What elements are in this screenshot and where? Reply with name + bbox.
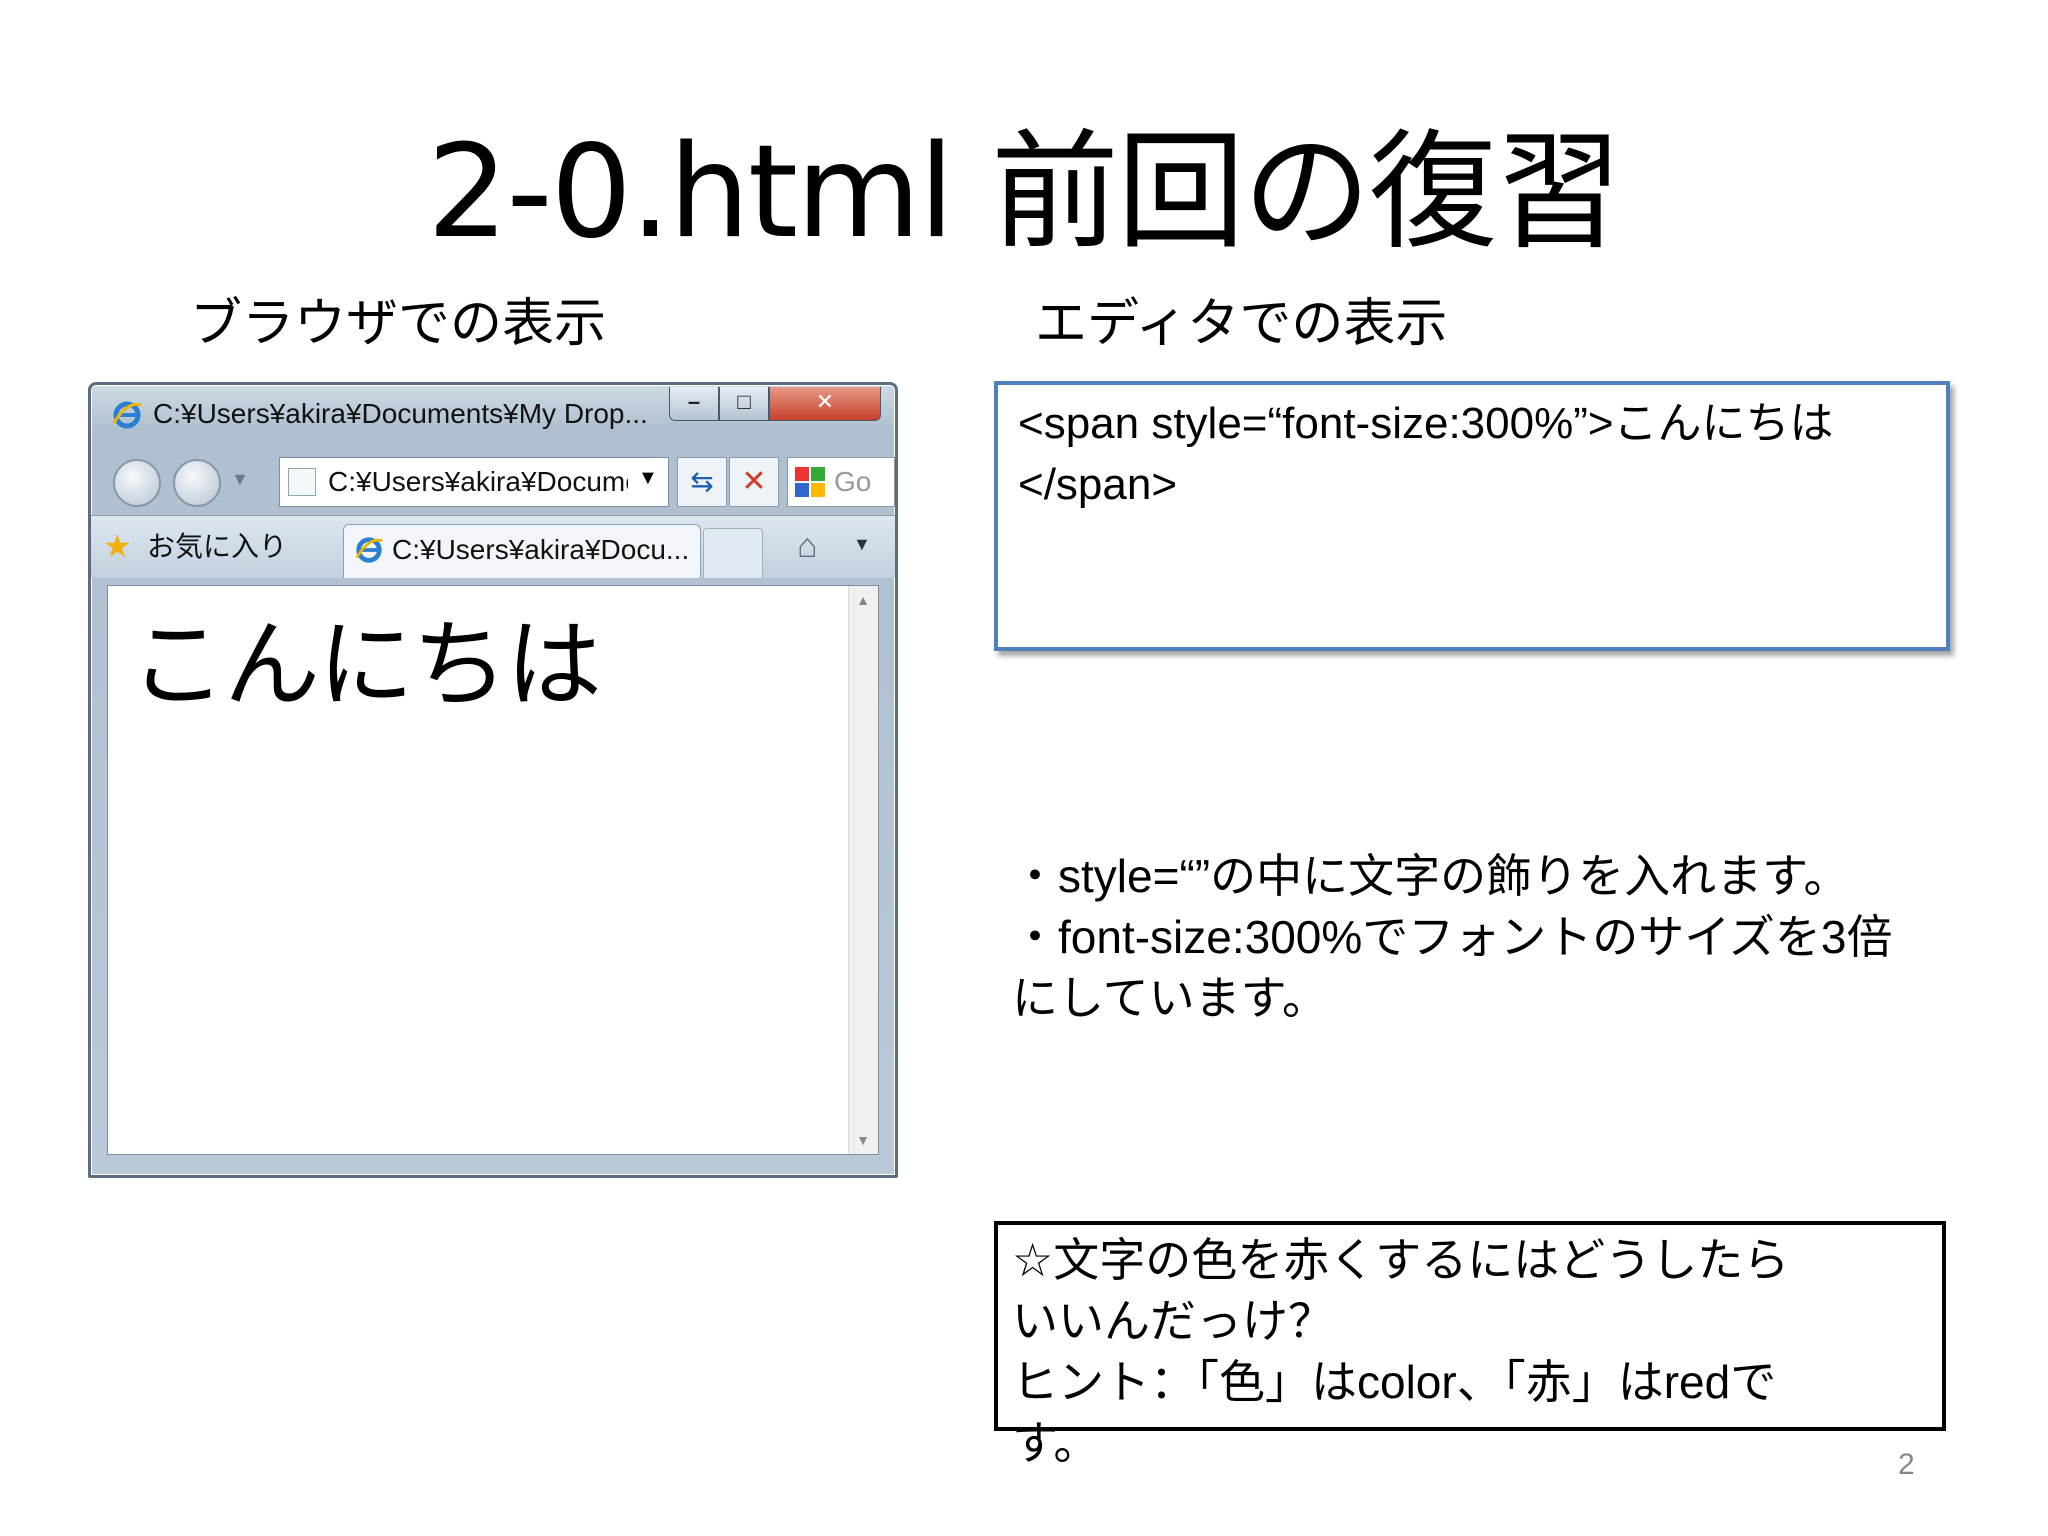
search-box[interactable]: Go — [787, 457, 895, 507]
refresh-icon[interactable]: ⇆ — [677, 457, 727, 507]
home-dropdown-icon[interactable]: ▼ — [853, 534, 871, 555]
new-tab-button[interactable] — [703, 528, 763, 578]
tab-bar: ★ お気に入り C:¥Users¥akira¥Docu... ⌂ ▼ — [91, 515, 895, 578]
editor-view-label: エディタでの表示 — [1035, 294, 1448, 354]
editor-code: <span style=“font-size:300%”>こんにちは </span… — [1018, 393, 1918, 515]
tab-current-page[interactable]: C:¥Users¥akira¥Docu... — [343, 524, 701, 578]
question-line: ☆文字の色を赤くするにはどうしたら — [1012, 1234, 1790, 1286]
page-icon — [288, 468, 316, 496]
close-button[interactable]: ✕ — [769, 387, 881, 421]
address-text: C:¥Users¥akira¥Docume — [328, 466, 628, 497]
code-line: </span> — [1018, 460, 1178, 509]
scroll-up-icon[interactable]: ▲ — [849, 592, 877, 608]
address-dropdown-icon[interactable]: ▼ — [638, 467, 658, 490]
ie-logo-icon — [355, 537, 383, 563]
tab-title: C:¥Users¥akira¥Docu... — [392, 534, 690, 565]
forward-button[interactable] — [173, 459, 221, 507]
editor-code-box: <span style=“font-size:300%”>こんにちは </span… — [994, 381, 1950, 651]
question-text: ☆文字の色を赤くするにはどうしたら いいんだっけ？ ヒント：「色」はcolor、… — [1012, 1230, 1942, 1474]
slide-title: 2-0.html 前回の復習 — [427, 118, 1623, 267]
home-icon[interactable]: ⌂ — [797, 526, 818, 566]
back-button[interactable] — [113, 459, 161, 507]
browser-view-label: ブラウザでの表示 — [190, 294, 607, 354]
window-title: C:¥Users¥akira¥Documents¥My Drop... — [153, 398, 648, 429]
note-font-size: ・font-size:300%でフォントのサイズを3倍にしています。 — [1012, 911, 1893, 1024]
google-icon — [795, 467, 825, 497]
star-icon: ★ — [103, 528, 132, 564]
restore-button[interactable]: □ — [719, 387, 769, 421]
page-number: 2 — [1898, 1448, 1915, 1481]
favorites-label: お気に入り — [147, 530, 288, 563]
ie-logo-icon — [112, 401, 142, 429]
browser-window: C:¥Users¥akira¥Documents¥My Drop... – □ … — [88, 382, 898, 1178]
search-text: Go — [834, 466, 872, 497]
scroll-down-icon[interactable]: ▼ — [849, 1132, 877, 1148]
stop-icon[interactable]: ✕ — [729, 457, 779, 507]
vertical-scrollbar[interactable]: ▲ ▼ — [848, 586, 878, 1154]
recent-pages-dropdown-icon[interactable]: ▼ — [231, 469, 249, 490]
explanation-notes: ・style=“”の中に文字の飾りを入れます。 ・font-size:300%で… — [1012, 846, 1932, 1029]
hint-line: す。 — [1012, 1417, 1100, 1469]
note-style: ・style=“”の中に文字の飾りを入れます。 — [1012, 850, 1850, 902]
address-bar[interactable]: C:¥Users¥akira¥Docume ▼ — [279, 457, 669, 507]
navigation-bar: ▼ C:¥Users¥akira¥Docume ▼ ⇆ ✕ Go — [91, 443, 895, 515]
page-content-area: こんにちは ▲ ▼ — [107, 585, 879, 1155]
title-bar: C:¥Users¥akira¥Documents¥My Drop... – □ … — [91, 385, 895, 443]
minimize-button[interactable]: – — [669, 387, 719, 421]
rendered-text: こんにちは — [130, 609, 602, 721]
hint-line: ヒント：「色」はcolor、「赤」はredで — [1012, 1356, 1777, 1408]
code-line: <span style=“font-size:300%”>こんにちは — [1018, 399, 1834, 448]
question-line: いいんだっけ？ — [1012, 1295, 1334, 1347]
